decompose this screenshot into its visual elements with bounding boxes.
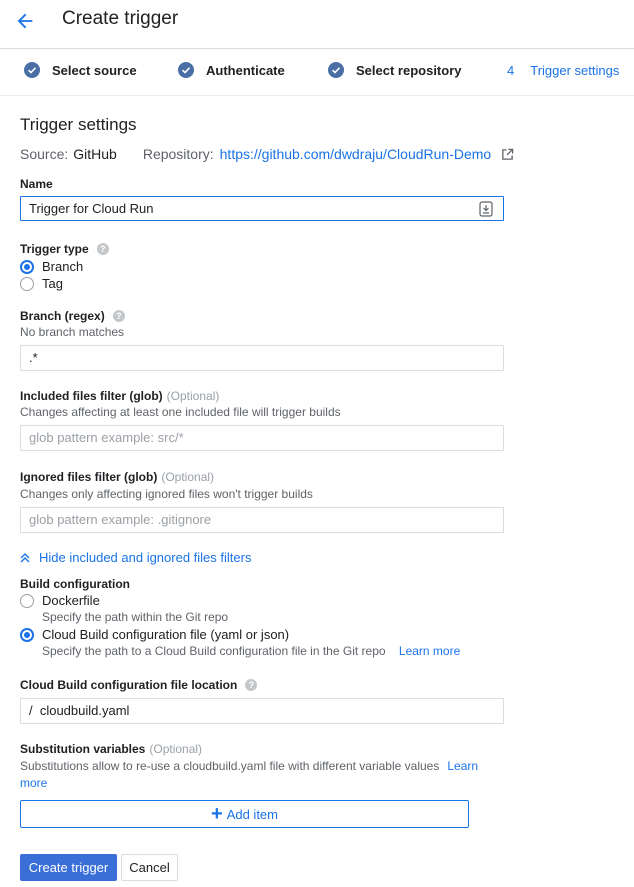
optional-tag: (Optional) <box>149 742 203 756</box>
name-input[interactable]: Trigger for Cloud Run <box>20 196 504 221</box>
trigger-type-label: Trigger type ? <box>20 242 109 256</box>
build-config-label-text: Build configuration <box>20 577 130 591</box>
branch-input[interactable]: .* <box>20 345 504 371</box>
keyboard-entry-icon[interactable] <box>479 201 493 217</box>
dockerfile-hint-text: Specify the path within the Git repo <box>42 610 229 624</box>
radio-label: Dockerfile <box>42 593 100 608</box>
step-label: Authenticate <box>206 62 285 78</box>
step-trigger-settings[interactable]: 4 Trigger settings <box>507 49 619 91</box>
included-files-label: Included files filter (glob) (Optional) <box>20 389 219 403</box>
ignored-files-hint: Changes only affecting ignored files won… <box>20 487 313 501</box>
step-label: Select source <box>52 62 137 78</box>
cancel-button[interactable]: Cancel <box>121 854 178 881</box>
config-location-label: Cloud Build configuration file location … <box>20 678 258 692</box>
page-title: Create trigger <box>62 8 179 29</box>
dockerfile-hint: Specify the path within the Git repo <box>42 610 228 624</box>
included-files-input[interactable]: glob pattern example: src/* <box>20 425 504 451</box>
source-label: Source: <box>20 146 69 162</box>
check-circle-icon <box>24 62 40 78</box>
radio-label: Cloud Build configuration file (yaml or … <box>42 627 290 642</box>
branch-hint: No branch matches <box>20 325 125 339</box>
step-select-repository[interactable]: Select repository <box>328 49 462 91</box>
build-config-label: Build configuration <box>20 577 130 591</box>
substitution-label: Substitution variables (Optional) <box>20 742 202 756</box>
hide-filters-link[interactable]: Hide included and ignored files filters <box>20 550 251 565</box>
config-location-input[interactable]: / cloudbuild.yaml <box>20 698 504 724</box>
double-chevron-up-icon <box>20 552 30 562</box>
substitution-label-text: Substitution variables <box>20 742 146 756</box>
step-number: 4 <box>507 62 515 78</box>
branch-label: Branch (regex) ? <box>20 309 125 323</box>
create-trigger-button[interactable]: Create trigger <box>20 854 117 881</box>
radio-tag[interactable]: Tag <box>20 276 63 291</box>
source-value: GitHub <box>73 146 117 162</box>
included-files-placeholder: glob pattern example: src/* <box>29 430 184 445</box>
learn-more-link[interactable]: Learn more <box>399 644 460 658</box>
ignored-files-placeholder: glob pattern example: .gitignore <box>29 512 212 527</box>
help-icon[interactable]: ? <box>112 310 125 322</box>
open-in-new-icon[interactable] <box>501 148 514 161</box>
repository-link[interactable]: https://github.com/dwdraju/CloudRun-Demo <box>220 146 492 162</box>
trigger-type-label-text: Trigger type <box>20 242 89 256</box>
check-circle-icon <box>328 62 344 78</box>
optional-tag: (Optional) <box>161 470 215 484</box>
ignored-files-input[interactable]: glob pattern example: .gitignore <box>20 507 504 533</box>
ignored-files-label-text: Ignored files filter (glob) <box>20 470 158 484</box>
optional-tag: (Optional) <box>166 389 220 403</box>
name-label: Name <box>20 177 53 191</box>
step-label: Trigger settings <box>530 62 620 78</box>
add-item-button[interactable]: + Add item <box>20 800 469 828</box>
radio-label: Tag <box>42 276 63 291</box>
stepper: Select source Authenticate Select reposi… <box>0 48 634 96</box>
cloud-build-hint: Specify the path to a Cloud Build config… <box>42 644 460 658</box>
included-files-label-text: Included files filter (glob) <box>20 389 163 403</box>
config-location-label-text: Cloud Build configuration file location <box>20 678 238 692</box>
radio-button[interactable] <box>20 276 34 291</box>
section-title: Trigger settings <box>20 115 137 134</box>
hide-filters-text: Hide included and ignored files filters <box>39 550 252 565</box>
radio-branch[interactable]: Branch <box>20 259 83 274</box>
radio-dockerfile[interactable]: Dockerfile <box>20 593 100 608</box>
step-label: Select repository <box>356 62 462 78</box>
branch-label-text: Branch (regex) <box>20 309 105 323</box>
substitution-hint: Substitutions allow to re-use a cloudbui… <box>20 758 500 792</box>
radio-button[interactable] <box>20 593 34 608</box>
plus-icon: + <box>211 803 223 825</box>
help-icon[interactable]: ? <box>245 679 258 691</box>
top-bar: Create trigger <box>0 0 634 44</box>
name-input-value: Trigger for Cloud Run <box>29 201 154 216</box>
radio-button[interactable] <box>20 627 34 642</box>
ignored-files-label: Ignored files filter (glob) (Optional) <box>20 470 214 484</box>
repository-label: Repository: <box>142 146 214 162</box>
name-label-text: Name <box>20 177 53 191</box>
check-circle-icon <box>178 62 194 78</box>
config-location-value: / cloudbuild.yaml <box>29 703 130 718</box>
cloud-build-hint-text: Specify the path to a Cloud Build config… <box>42 644 386 658</box>
step-select-source[interactable]: Select source <box>24 49 137 91</box>
source-info: Source: GitHub Repository: https://githu… <box>20 146 514 162</box>
add-item-label: Add item <box>226 806 278 822</box>
arrow-back-icon[interactable] <box>14 10 36 32</box>
branch-input-value: .* <box>29 350 38 365</box>
radio-button[interactable] <box>20 259 34 274</box>
included-files-hint: Changes affecting at least one included … <box>20 405 341 419</box>
radio-cloud-build-config[interactable]: Cloud Build configuration file (yaml or … <box>20 627 289 642</box>
help-icon[interactable]: ? <box>96 243 109 255</box>
radio-label: Branch <box>42 259 84 274</box>
substitution-hint-text: Substitutions allow to re-use a cloudbui… <box>20 759 440 773</box>
step-authenticate[interactable]: Authenticate <box>178 49 285 91</box>
